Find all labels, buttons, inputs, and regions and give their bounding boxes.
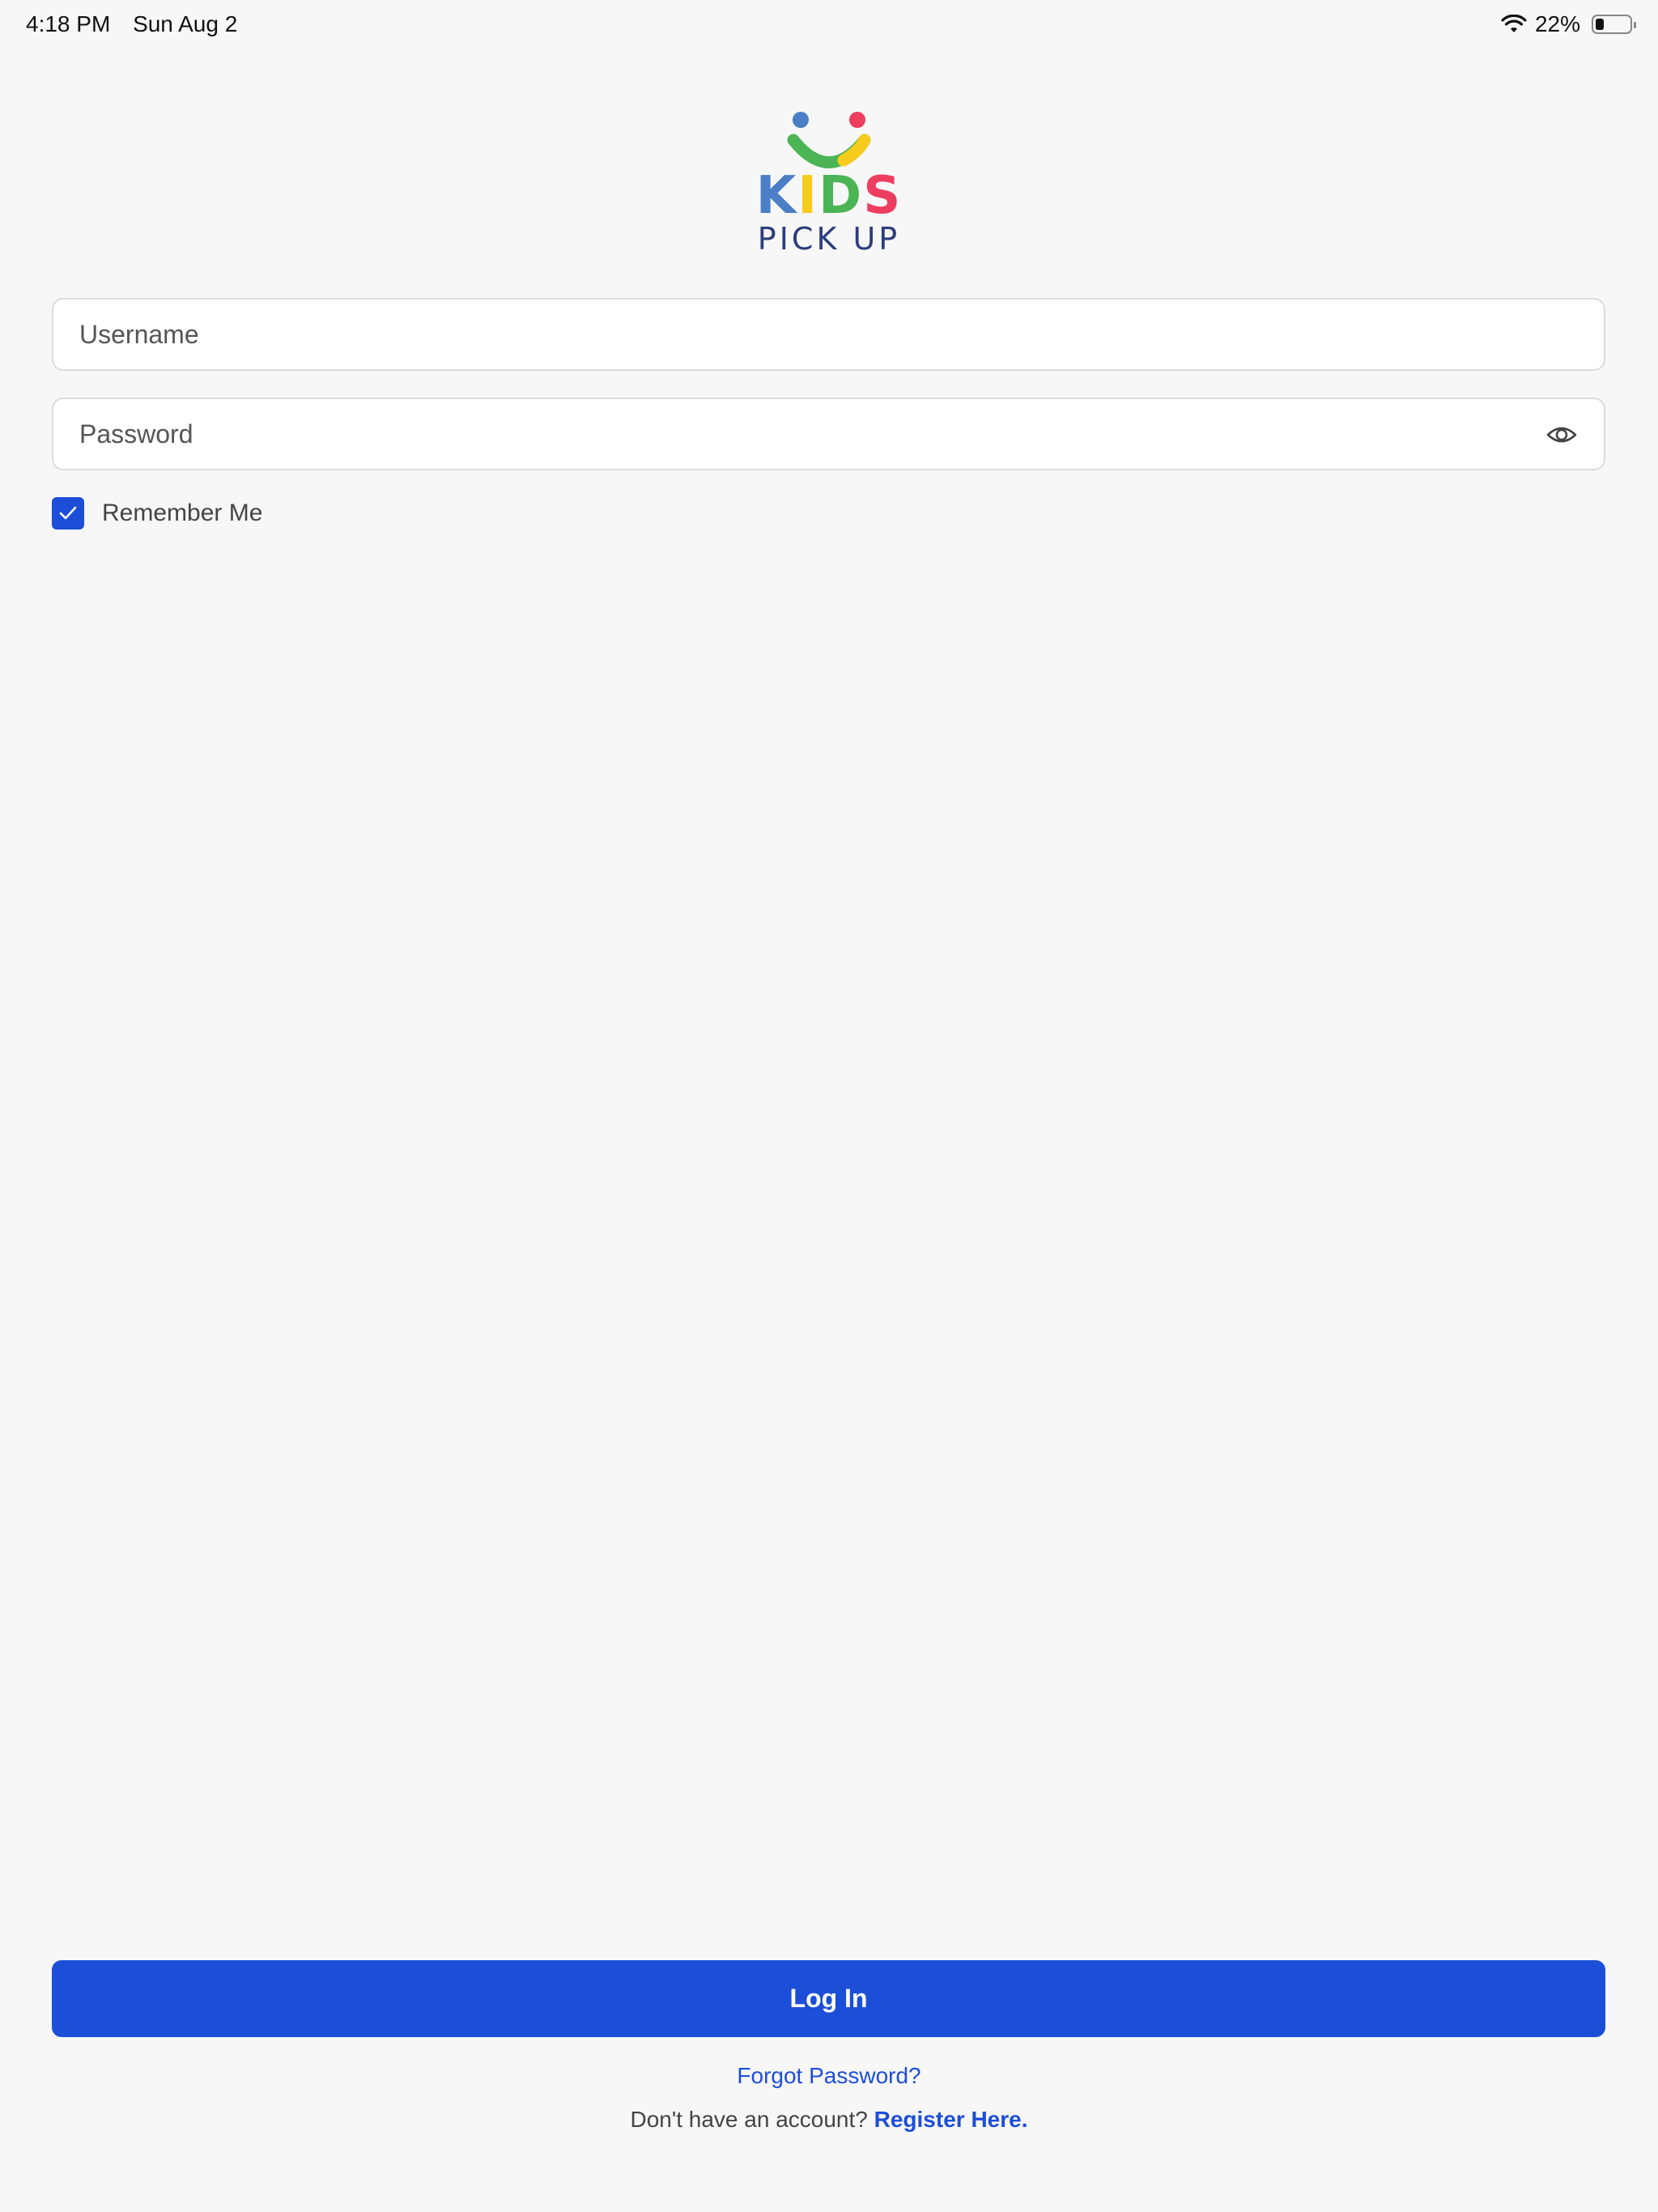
logo-letter-k: K (755, 166, 798, 226)
password-input[interactable] (79, 399, 1520, 469)
status-bar: 4:18 PM Sun Aug 2 22% (0, 0, 1658, 52)
logo-word-kids: KIDS (748, 170, 910, 222)
logo-letter-s: S (863, 166, 903, 226)
remember-me[interactable]: Remember Me (52, 497, 262, 530)
battery-level (1596, 19, 1605, 30)
battery-percent: 22% (1534, 11, 1580, 36)
register-line: Don't have an account? Register Here. (0, 2107, 1658, 2133)
forgot-password-link[interactable]: Forgot Password? (0, 2063, 1658, 2089)
eye-icon[interactable] (1545, 420, 1578, 449)
logo-letter-d: D (818, 166, 864, 226)
username-input[interactable] (79, 300, 1520, 369)
register-link[interactable]: Register Here. (874, 2107, 1028, 2132)
battery-icon (1592, 15, 1636, 34)
username-field-container (52, 298, 1605, 371)
logo-letter-i: I (797, 166, 819, 226)
kids-pick-up-logo: KIDS PICK UP (748, 104, 910, 266)
status-indicators: 22% (1501, 11, 1636, 37)
wifi-icon (1501, 15, 1527, 32)
status-time-date: 4:18 PM Sun Aug 2 (26, 11, 253, 37)
password-field-container (52, 398, 1605, 470)
status-date: Sun Aug 2 (133, 11, 238, 36)
remember-me-checkbox[interactable] (52, 497, 84, 530)
checkmark-icon (59, 506, 77, 520)
remember-me-label: Remember Me (102, 500, 263, 526)
status-time: 4:18 PM (26, 11, 111, 36)
logo-word-pick-up: PICK UP (757, 221, 901, 257)
register-prompt: Don't have an account? (630, 2107, 868, 2132)
login-button[interactable]: Log In (52, 1960, 1605, 2037)
